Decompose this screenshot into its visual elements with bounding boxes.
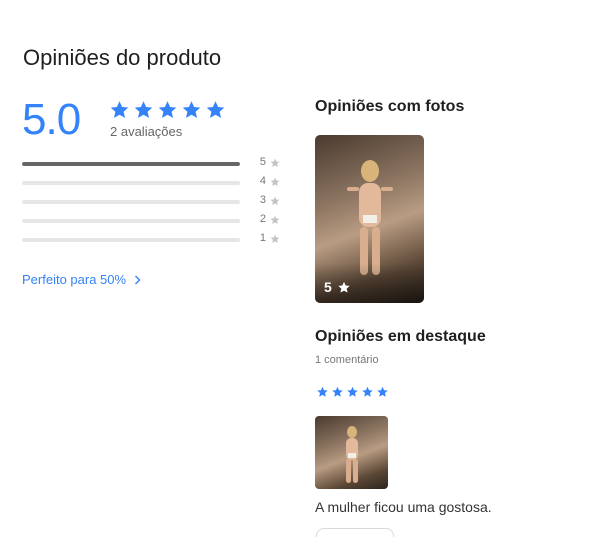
link-label: Perfeito para 50% — [22, 272, 127, 287]
review-photo-image — [347, 160, 393, 275]
star-icon — [270, 158, 280, 167]
rating-level: 2 — [259, 213, 266, 225]
comments-count: 1 comentário — [315, 354, 379, 366]
star-icon — [332, 386, 343, 397]
featured-section-title: Opiniões em destaque — [315, 328, 486, 345]
rating-bar — [22, 200, 240, 204]
product-reviews: Opiniões do produto 5.0 2 avaliações 5 4… — [0, 0, 591, 537]
rating-row-2: 2 — [22, 212, 284, 231]
star-icon — [362, 386, 373, 397]
photos-section-title: Opiniões com fotos — [315, 98, 465, 115]
rating-bar — [22, 181, 240, 185]
star-icon — [206, 101, 225, 118]
star-icon — [270, 196, 280, 205]
rating-row-4: 4 — [22, 174, 284, 193]
star-icon — [270, 234, 280, 243]
review-action-button[interactable] — [316, 528, 394, 537]
rating-bar — [22, 219, 240, 223]
star-icon — [134, 101, 153, 118]
photo-rating-badge: 5 — [324, 279, 351, 295]
rating-level: 5 — [259, 156, 266, 168]
star-icon — [158, 101, 177, 118]
rating-row-5: 5 — [22, 155, 284, 174]
star-icon — [377, 386, 388, 397]
review-count: 2 avaliações — [110, 124, 183, 139]
review-text: A mulher ficou uma gostosa. — [315, 499, 492, 515]
rating-level: 1 — [259, 232, 266, 244]
star-icon — [338, 281, 350, 293]
star-icon — [182, 101, 201, 118]
review-thumbnail[interactable] — [315, 416, 388, 489]
star-icon — [347, 386, 358, 397]
star-icon — [270, 177, 280, 186]
perfeito-para-link[interactable]: Perfeito para 50% — [22, 272, 141, 287]
rating-level: 4 — [259, 175, 266, 187]
star-icon — [317, 386, 328, 397]
review-thumbnail-image — [346, 426, 358, 483]
review-rating-stars — [316, 386, 389, 398]
rating-row-3: 3 — [22, 193, 284, 212]
average-rating-stars — [109, 100, 226, 120]
rating-row-1: 1 — [22, 231, 284, 250]
star-icon — [270, 215, 280, 224]
rating-bar — [22, 238, 240, 242]
photo-rating-value: 5 — [324, 279, 332, 295]
chevron-right-icon — [135, 275, 141, 284]
star-icon — [110, 101, 129, 118]
average-score: 5.0 — [22, 95, 81, 144]
rating-distribution: 5 4 3 2 1 — [22, 155, 284, 250]
page-title: Opiniões do produto — [23, 45, 222, 70]
rating-bar-fill — [22, 162, 240, 166]
rating-level: 3 — [259, 194, 266, 206]
rating-bar — [22, 162, 240, 166]
review-photo-card[interactable]: 5 — [315, 135, 424, 303]
